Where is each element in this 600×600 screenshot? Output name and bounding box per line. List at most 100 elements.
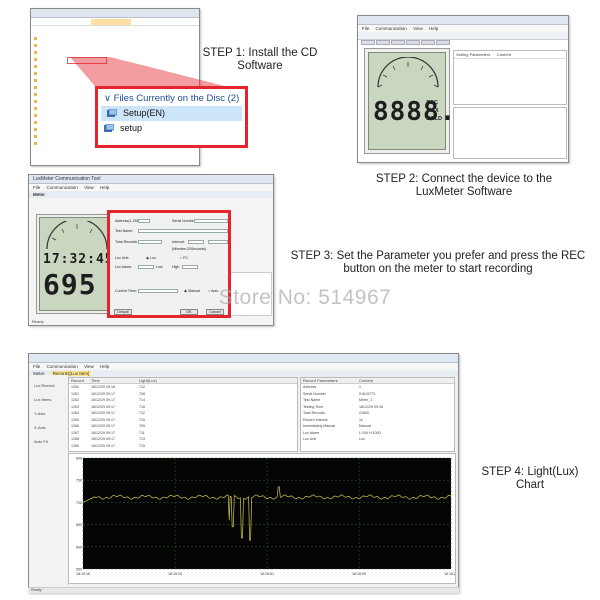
menu-help[interactable]: Help: [100, 364, 109, 369]
menu-bar: File Communication View Help: [29, 363, 458, 370]
alarm-high-field[interactable]: [182, 265, 198, 269]
status-text: Ready: [32, 319, 44, 324]
nav-item[interactable]: [33, 56, 67, 63]
control-label: Lux Record: [34, 383, 55, 388]
address-field[interactable]: [138, 219, 150, 223]
lux-radio[interactable]: ◉ Lux: [146, 256, 156, 260]
x-tick-label: 18:16:09: [352, 572, 366, 576]
x-tick-label: 18:15:51: [260, 572, 274, 576]
nav-item[interactable]: [33, 70, 67, 77]
meter-tab[interactable]: Meter: [29, 191, 273, 198]
lux-chart[interactable]: 800 750 700 650 600 55018:15:16 18:15:33 18:15:…: [69, 454, 458, 583]
menu-file[interactable]: File: [33, 364, 40, 369]
nav-item[interactable]: [33, 49, 67, 56]
x-tick-label: 18:15:33: [168, 572, 182, 576]
luxmeter-titlebar: LuxMeter Communication Tool: [29, 175, 273, 184]
setup-en-file[interactable]: Setup(EN): [101, 106, 242, 121]
high-label: High: [172, 265, 180, 269]
nav-item[interactable]: [33, 77, 67, 84]
chart-panel: 800 750 700 650 600 550 18:15:16 18:15:33 18:15:…: [68, 453, 458, 584]
column-header[interactable]: Time: [91, 378, 139, 383]
records-rows: 1260 18/12/29 09:16 712 1261 18/12/29 09:17 7…: [69, 384, 297, 449]
menu-help[interactable]: Help: [429, 26, 438, 31]
hold-indicator: HOLD: [426, 116, 442, 122]
tab-strip: Meter Records[Lux Item]: [29, 370, 458, 377]
chart-window-titlebar: [29, 354, 458, 363]
nav-item[interactable]: [33, 42, 67, 49]
explorer-nav-pane: [33, 35, 67, 147]
control-label[interactable]: Auto Fit: [34, 435, 66, 449]
control-label: Lux Items: [34, 397, 52, 402]
menu-view[interactable]: View: [84, 185, 94, 190]
meter-dial: [46, 221, 108, 250]
nav-item[interactable]: [33, 91, 67, 98]
nav-item[interactable]: [33, 105, 67, 112]
toolbar: [358, 32, 568, 45]
nav-item[interactable]: [33, 84, 67, 91]
explorer-titlebar: [31, 9, 199, 18]
toolbar-button[interactable]: [406, 40, 420, 45]
menu-view[interactable]: View: [84, 364, 94, 369]
total-records-field[interactable]: [138, 240, 162, 244]
setup-file[interactable]: setup: [98, 121, 245, 136]
menu-file[interactable]: File: [362, 26, 369, 31]
serial-field[interactable]: [194, 219, 228, 223]
column-header: Content: [359, 378, 374, 383]
meter-reading: 695: [43, 268, 97, 301]
nav-item[interactable]: [33, 119, 67, 126]
nav-item[interactable]: [33, 126, 67, 133]
menu-view[interactable]: View: [413, 26, 423, 31]
interval-unit-select[interactable]: [208, 240, 228, 244]
test-name-field[interactable]: [138, 229, 228, 233]
current-time-field[interactable]: [138, 289, 178, 293]
interval-label: Interval:: [172, 240, 185, 244]
nav-item[interactable]: [33, 63, 67, 70]
test-name-label: Test Name:: [115, 229, 134, 233]
store-watermark: Store No: 514967: [218, 286, 392, 309]
interval-note: (Minutes:20Seconds): [172, 247, 206, 251]
menu-help[interactable]: Help: [100, 185, 109, 190]
explorer-ribbon-tab[interactable]: [91, 19, 131, 25]
step2-caption: STEP 2: Connect the device to the LuxMet…: [375, 173, 553, 198]
column-header[interactable]: Light(Lux): [139, 378, 157, 383]
menu-file[interactable]: File: [33, 185, 40, 190]
y-tick-label: 600: [76, 545, 82, 549]
status-bar: Ready: [28, 587, 459, 593]
toolbar-button[interactable]: [421, 40, 435, 45]
alarm-low-field[interactable]: [138, 265, 154, 269]
table-cell: 1269: [71, 443, 79, 448]
disc-files-popup: ∨ Files Currently on the Disc (2) Setup(…: [95, 86, 248, 148]
column-header[interactable]: Record: [71, 378, 91, 383]
toolbar-button[interactable]: [391, 40, 405, 45]
default-button[interactable]: Default: [114, 309, 132, 315]
status-text: Ready: [31, 588, 42, 592]
interval-field[interactable]: [188, 240, 204, 244]
low-label: Low: [156, 265, 163, 269]
nav-item[interactable]: [33, 35, 67, 42]
nav-item[interactable]: [33, 140, 67, 147]
y-tick-label: 550: [76, 568, 82, 572]
record-parameters-table: Record Parameters Content Address 1 Serial…: [300, 377, 455, 452]
toolbar-button[interactable]: [436, 40, 450, 45]
fc-radio[interactable]: ○ FC: [180, 256, 188, 260]
parameter-rows: Address 1 Serial Number 01619773 Test Name Me…: [301, 384, 454, 443]
y-tick-label: 650: [76, 523, 82, 527]
toolbar-button[interactable]: [376, 40, 390, 45]
nav-item[interactable]: [33, 98, 67, 105]
nav-item[interactable]: [33, 112, 67, 119]
table-cell: 18/12/29 09:17: [91, 443, 115, 448]
meter-faceplate: 17:32:45 695: [36, 214, 117, 314]
menu-communication[interactable]: Communication: [47, 364, 78, 369]
meter-time: 17:32:45: [43, 252, 114, 267]
panel-header: Setting Parameters: [456, 52, 491, 57]
menu-communication[interactable]: Communication: [47, 185, 78, 190]
chart-control-panel: Lux Record Lux Items Y-Axis X-Axis Auto …: [32, 375, 69, 585]
menu-bar: File Communication View Help: [358, 25, 568, 32]
toolbar-button[interactable]: [361, 40, 375, 45]
menu-communication[interactable]: Communication: [376, 26, 407, 31]
table-row[interactable]: 1269 18/12/29 09:17 715: [69, 443, 297, 450]
nav-item[interactable]: [33, 133, 67, 140]
chevron-down-icon[interactable]: ∨: [104, 93, 111, 104]
x-tick-label: 18:15:16: [76, 572, 90, 576]
y-tick-label: 700: [76, 501, 82, 505]
